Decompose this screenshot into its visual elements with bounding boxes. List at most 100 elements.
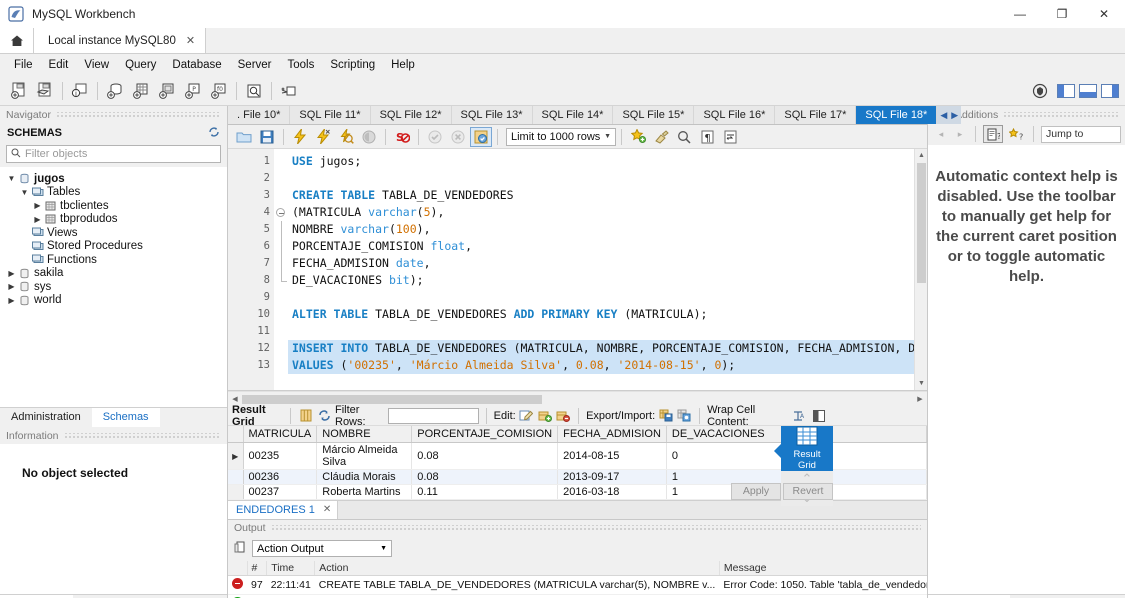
menu-scripting[interactable]: Scripting bbox=[322, 57, 383, 73]
toggle-sidebar-icon[interactable] bbox=[1057, 83, 1075, 98]
fold-toggle-icon[interactable] bbox=[276, 208, 285, 217]
commit-icon[interactable] bbox=[424, 127, 446, 147]
grid-view-icon[interactable] bbox=[298, 407, 314, 424]
toggle-field-panel-icon[interactable] bbox=[812, 407, 828, 424]
jump-to-input[interactable]: Jump to bbox=[1041, 125, 1121, 143]
chevron-down-icon[interactable]: ▼ bbox=[380, 545, 387, 552]
toggle-autocommit-icon[interactable] bbox=[470, 126, 492, 147]
reconnect-server-icon[interactable] bbox=[276, 79, 302, 103]
tab-schemas[interactable]: Schemas bbox=[91, 408, 160, 427]
column-header-matricula[interactable]: MATRICULA bbox=[243, 426, 318, 443]
tab-administration[interactable]: Administration bbox=[0, 408, 92, 427]
code-folding-gutter[interactable] bbox=[274, 149, 288, 390]
output-type-select[interactable]: Action Output ▼ bbox=[252, 540, 392, 557]
clear-context-icon[interactable] bbox=[650, 127, 672, 147]
tab-sql-file-15[interactable]: SQL File 15* bbox=[613, 106, 695, 124]
row-limit-select[interactable]: Limit to 1000 rows ▼ bbox=[506, 127, 616, 146]
insert-row-icon[interactable] bbox=[537, 407, 553, 424]
tab-sql-file-10[interactable]: . File 10* bbox=[228, 106, 291, 124]
filter-objects-input[interactable] bbox=[25, 148, 216, 160]
scroll-down-icon[interactable]: ▼ bbox=[915, 377, 928, 390]
tab-next-icon[interactable]: ▶ bbox=[951, 110, 958, 121]
close-icon[interactable]: ✕ bbox=[186, 34, 195, 47]
wrap-cell-icon[interactable]: A bbox=[790, 407, 806, 424]
chevron-down-icon[interactable]: ▼ bbox=[604, 133, 611, 140]
new-stored-procedure-icon[interactable]: P bbox=[180, 79, 206, 103]
chevron-down-icon[interactable]: ▼ bbox=[6, 174, 17, 183]
tab-sql-file-17[interactable]: SQL File 17* bbox=[775, 106, 857, 124]
filter-rows-input[interactable] bbox=[388, 407, 479, 424]
tab-sql-file-12[interactable]: SQL File 12* bbox=[371, 106, 452, 124]
output-col-num[interactable]: # bbox=[247, 560, 268, 576]
scrollbar-thumb[interactable] bbox=[917, 163, 926, 283]
tree-node-jugos[interactable]: ▼ jugos bbox=[0, 172, 227, 186]
menu-tools[interactable]: Tools bbox=[280, 57, 323, 73]
tree-node-sakila[interactable]: ▶ sakila bbox=[0, 267, 227, 281]
open-script-icon[interactable] bbox=[233, 127, 255, 147]
menu-query[interactable]: Query bbox=[117, 57, 164, 73]
back-icon[interactable]: ◂ bbox=[933, 129, 949, 140]
cell-nombre[interactable]: Márcio Almeida Silva bbox=[316, 442, 413, 470]
chevron-right-icon[interactable]: ▶ bbox=[32, 215, 43, 224]
context-help-icon[interactable]: ? bbox=[983, 125, 1003, 143]
cell-fecha-admision[interactable]: 2014-08-15 bbox=[557, 442, 667, 470]
toggle-stop-on-error-icon[interactable]: S bbox=[391, 127, 413, 147]
scroll-up-icon[interactable]: ▲ bbox=[915, 149, 928, 162]
open-sql-script-icon[interactable] bbox=[32, 79, 58, 103]
refresh-icon[interactable] bbox=[208, 126, 220, 141]
export-recordset-icon[interactable] bbox=[658, 407, 674, 424]
connect-to-server-icon[interactable]: i bbox=[67, 79, 93, 103]
home-tab[interactable] bbox=[0, 27, 34, 53]
tree-node-tbprodudos[interactable]: ▶ tbprodudos bbox=[0, 213, 227, 227]
tab-sql-file-13[interactable]: SQL File 13* bbox=[452, 106, 533, 124]
tab-sql-file-18[interactable]: SQL File 18* bbox=[856, 106, 938, 124]
new-schema-icon[interactable] bbox=[102, 79, 128, 103]
search-data-icon[interactable] bbox=[241, 79, 267, 103]
column-header-porcentaje-comision[interactable]: PORCENTAJE_COMISION bbox=[411, 426, 559, 443]
result-grid-view-button[interactable]: Result Grid bbox=[774, 426, 833, 471]
toggle-output-icon[interactable] bbox=[1079, 83, 1097, 98]
menu-server[interactable]: Server bbox=[230, 57, 280, 73]
maximize-button[interactable]: ❐ bbox=[1041, 0, 1083, 28]
filter-objects-box[interactable] bbox=[6, 145, 221, 163]
execute-statement-icon[interactable] bbox=[289, 127, 311, 147]
tree-node-views[interactable]: Views bbox=[0, 226, 227, 240]
sql-code-editor[interactable]: 1 2 3 4 5 6 7 8 9 10 11 12 13 USE jugos;… bbox=[228, 149, 927, 391]
wrap-lines-icon[interactable] bbox=[719, 127, 741, 147]
menu-help[interactable]: Help bbox=[383, 57, 423, 73]
connection-tab-local-instance[interactable]: Local instance MySQL80 ✕ bbox=[34, 27, 207, 53]
menu-database[interactable]: Database bbox=[164, 57, 229, 73]
chevron-down-icon[interactable]: ▼ bbox=[19, 188, 30, 197]
tab-prev-icon[interactable]: ◀ bbox=[940, 110, 947, 121]
cell-nombre[interactable]: Roberta Martins bbox=[316, 484, 413, 500]
cell-porcentaje-comision[interactable]: 0.08 bbox=[411, 442, 559, 470]
tree-node-tables[interactable]: ▼ Tables bbox=[0, 186, 227, 200]
tree-node-stored-procedures[interactable]: Stored Procedures bbox=[0, 240, 227, 254]
chevron-right-icon[interactable]: ▶ bbox=[6, 282, 17, 291]
scrollbar-track[interactable] bbox=[242, 394, 913, 404]
menu-file[interactable]: File bbox=[6, 57, 41, 73]
code-text-area[interactable]: USE jugos; CREATE TABLE TABLA_DE_VENDEDO… bbox=[288, 149, 927, 390]
delete-row-icon[interactable] bbox=[556, 407, 572, 424]
tree-node-sys[interactable]: ▶ sys bbox=[0, 280, 227, 294]
show-invisible-chars-icon[interactable]: ¶ bbox=[696, 127, 718, 147]
tree-node-tbclientes[interactable]: ▶ tbclientes bbox=[0, 199, 227, 213]
explain-statement-icon[interactable] bbox=[335, 127, 357, 147]
new-sql-tab-icon[interactable] bbox=[6, 79, 32, 103]
chevron-right-icon[interactable]: ▶ bbox=[6, 296, 17, 305]
cell-matricula[interactable]: 00236 bbox=[243, 469, 318, 485]
cell-matricula[interactable]: 00237 bbox=[243, 484, 318, 500]
menu-edit[interactable]: Edit bbox=[41, 57, 77, 73]
output-col-time[interactable]: Time bbox=[266, 560, 316, 576]
new-function-icon[interactable]: f0 bbox=[206, 79, 232, 103]
tree-node-functions[interactable]: Functions bbox=[0, 253, 227, 267]
execute-current-statement-icon[interactable] bbox=[312, 127, 334, 147]
menu-view[interactable]: View bbox=[76, 57, 117, 73]
minimize-button[interactable]: — bbox=[999, 0, 1041, 28]
tree-node-world[interactable]: ▶ world bbox=[0, 294, 227, 308]
new-table-icon[interactable] bbox=[128, 79, 154, 103]
pin-icon[interactable] bbox=[234, 541, 246, 557]
tab-sql-file-14[interactable]: SQL File 14* bbox=[533, 106, 614, 124]
form-view-icon[interactable] bbox=[316, 407, 332, 424]
close-icon[interactable]: ✕ bbox=[323, 504, 331, 515]
